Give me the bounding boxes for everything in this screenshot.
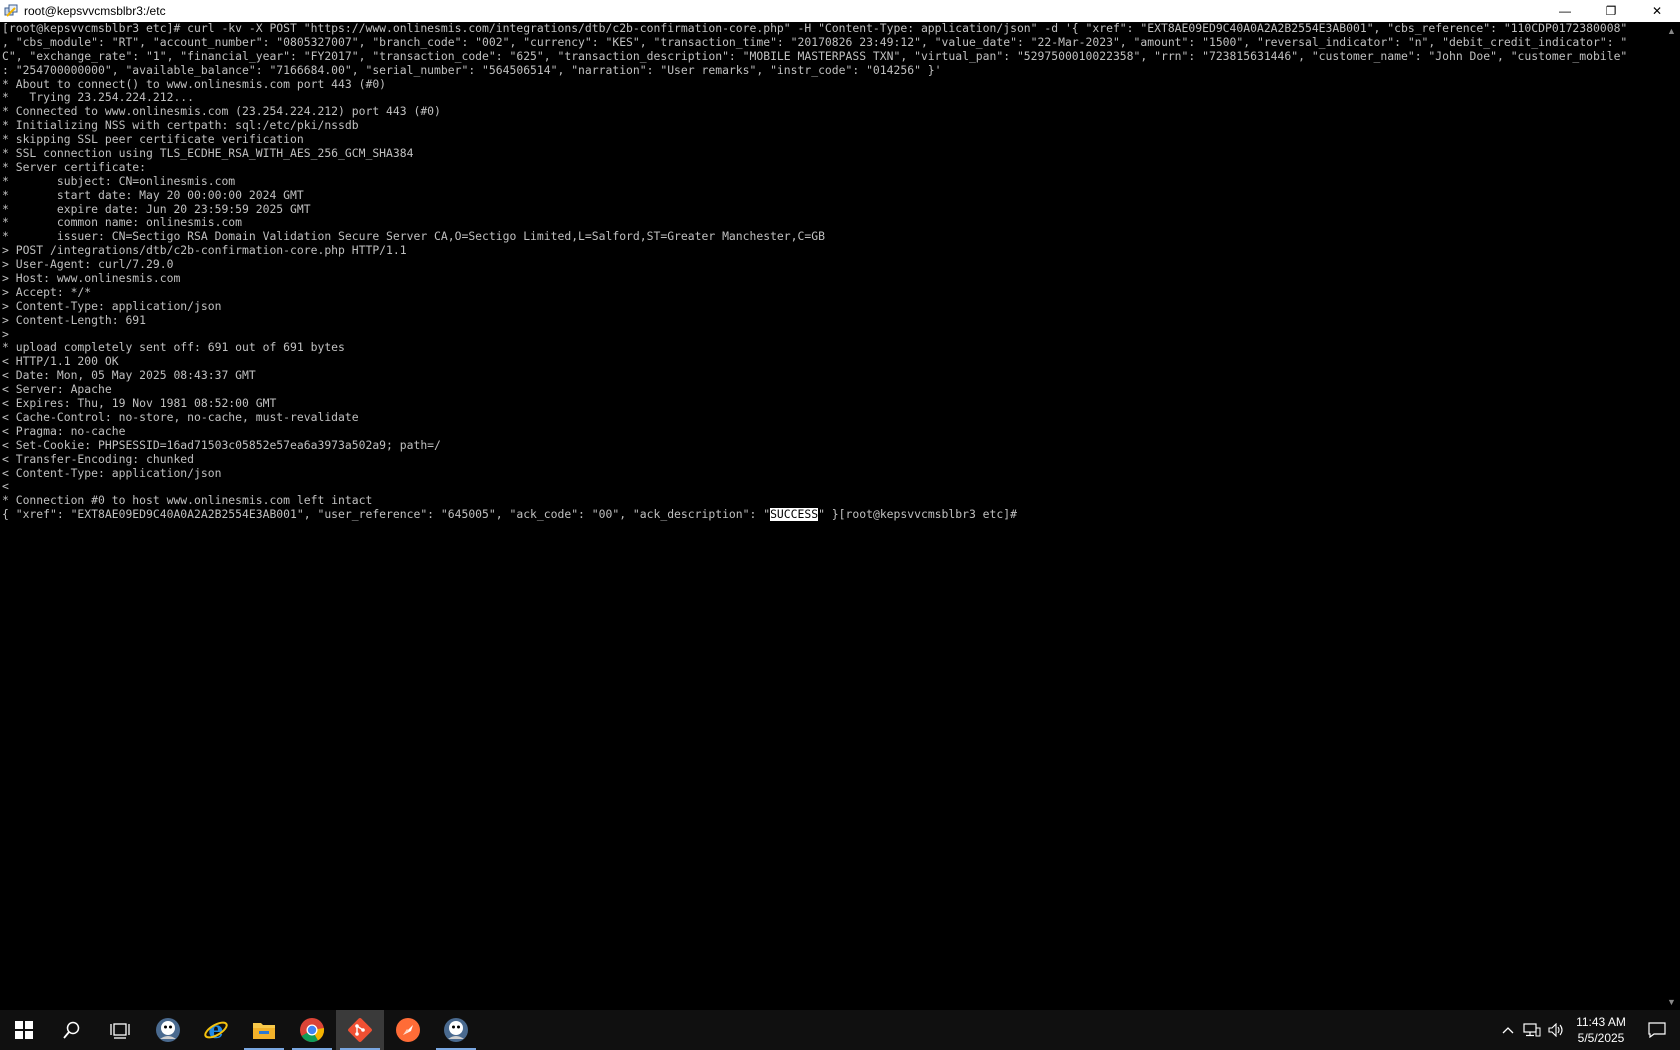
taskbar: e 11:43 AM 5/5/2025	[0, 1010, 1680, 1050]
terminal-line: < Content-Type: application/json	[2, 466, 222, 480]
clock-date: 5/5/2025	[1577, 1031, 1625, 1045]
file-explorer-icon	[253, 1023, 275, 1039]
network-icon[interactable]	[1520, 1010, 1544, 1050]
task-view-button[interactable]	[96, 1010, 144, 1050]
terminal-line: * SSL connection using TLS_ECDHE_RSA_WIT…	[2, 147, 414, 161]
terminal-line: * skipping SSL peer certificate verifica…	[2, 133, 304, 147]
terminal-line: * About to connect() to www.onlinesmis.c…	[2, 77, 387, 91]
terminal-line: * Initializing NSS with certpath: sql:/e…	[2, 119, 359, 133]
terminal-line: < Pragma: no-cache	[2, 424, 126, 438]
terminal-line: , "cbs_module": "RT", "account_number": …	[2, 35, 1628, 49]
show-hidden-icons-chevron-up-icon[interactable]	[1496, 1010, 1520, 1050]
terminal-output[interactable]: [root@kepsvvcmsblbr3 etc]# curl -kv -X P…	[0, 22, 1664, 1010]
terminal-line: < Transfer-Encoding: chunked	[2, 452, 195, 466]
terminal-line: > Host: www.onlinesmis.com	[2, 272, 181, 286]
close-button[interactable]: ✕	[1634, 0, 1680, 22]
putty-icon	[156, 1018, 180, 1042]
vertical-scrollbar[interactable]: ▲ ▼	[1663, 22, 1680, 1010]
internet-explorer-icon: e	[204, 1017, 228, 1043]
scroll-up-icon[interactable]: ▲	[1663, 22, 1680, 39]
terminal-line: >	[2, 327, 9, 341]
terminal-line: < Date: Mon, 05 May 2025 08:43:37 GMT	[2, 369, 256, 383]
putty-icon-2	[444, 1018, 468, 1042]
chrome-button[interactable]	[288, 1010, 336, 1050]
notification-icon	[1648, 1022, 1666, 1038]
search-button[interactable]	[48, 1010, 96, 1050]
terminal-line: > Accept: */*	[2, 285, 92, 299]
terminal-line: * issuer: CN=Sectigo RSA Domain Validati…	[2, 230, 825, 244]
terminal-line: < Cache-Control: no-store, no-cache, mus…	[2, 410, 359, 424]
terminal-window: root@kepsvvcmsblbr3:/etc — ❐ ✕ [root@kep…	[0, 0, 1680, 1010]
postman-button[interactable]	[384, 1010, 432, 1050]
terminal-line: * common name: onlinesmis.com	[2, 216, 243, 230]
terminal-line: <	[2, 480, 9, 494]
terminal-line: : "254700000000", "available_balance": "…	[2, 63, 942, 77]
action-center-button[interactable]	[1634, 1010, 1680, 1050]
terminal-line: * expire date: Jun 20 23:59:59 2025 GMT	[2, 202, 311, 216]
terminal-line: * Server certificate:	[2, 160, 147, 174]
response-text-after: " }[root@kepsvvcmsblbr3 etc]#	[818, 508, 1017, 522]
system-tray: 11:43 AM 5/5/2025	[1496, 1010, 1680, 1050]
postman-icon	[396, 1018, 420, 1042]
terminal-line: * subject: CN=onlinesmis.com	[2, 174, 236, 188]
task-view-icon	[110, 1023, 130, 1039]
restore-button[interactable]: ❐	[1588, 0, 1634, 22]
terminal-line: * Trying 23.254.224.212...	[2, 91, 195, 105]
terminal-line: > Content-Type: application/json	[2, 299, 222, 313]
terminal-line: * Connected to www.onlinesmis.com (23.25…	[2, 105, 441, 119]
clock-time: 11:43 AM	[1576, 1015, 1626, 1029]
minimize-button[interactable]: —	[1542, 0, 1588, 22]
putty-taskbar-button-2[interactable]	[432, 1010, 480, 1050]
volume-icon[interactable]	[1544, 1010, 1568, 1050]
terminal-line: < Set-Cookie: PHPSESSID=16ad71503c05852e…	[2, 438, 441, 452]
taskbar-clock[interactable]: 11:43 AM 5/5/2025	[1568, 1014, 1634, 1046]
terminal-line-response: { "xref": "EXT8AE09ED9C40A0A2A2B2554E3AB…	[2, 508, 1664, 522]
terminal-line: < HTTP/1.1 200 OK	[2, 355, 119, 369]
window-controls: — ❐ ✕	[1542, 0, 1680, 22]
terminal-line: * upload completely sent off: 691 out of…	[2, 341, 345, 355]
svg-text:e: e	[208, 1017, 223, 1043]
putty-title-icon	[4, 4, 18, 18]
response-text-before: { "xref": "EXT8AE09ED9C40A0A2A2B2554E3AB…	[2, 508, 771, 522]
file-explorer-button[interactable]	[240, 1010, 288, 1050]
chrome-icon	[300, 1018, 325, 1043]
git-button[interactable]	[336, 1010, 384, 1050]
scroll-down-icon[interactable]: ▼	[1663, 993, 1680, 1010]
start-icon	[15, 1021, 33, 1039]
selected-text[interactable]: SUCCESS	[770, 508, 819, 522]
terminal-line: C", "exchange_rate": "1", "financial_yea…	[2, 49, 1628, 63]
window-title: root@kepsvvcmsblbr3:/etc	[24, 4, 166, 18]
internet-explorer-button[interactable]: e	[192, 1010, 240, 1050]
terminal-line: < Expires: Thu, 19 Nov 1981 08:52:00 GMT	[2, 397, 277, 411]
terminal-line: * start date: May 20 00:00:00 2024 GMT	[2, 188, 304, 202]
terminal-line: * Connection #0 to host www.onlinesmis.c…	[2, 494, 373, 508]
terminal-line: > POST /integrations/dtb/c2b-confirmatio…	[2, 244, 407, 258]
search-icon	[63, 1021, 80, 1039]
terminal-line: [root@kepsvvcmsblbr3 etc]# curl -kv -X P…	[2, 22, 1628, 35]
terminal-line: > Content-Length: 691	[2, 313, 147, 327]
git-icon	[348, 1018, 372, 1042]
terminal-line: < Server: Apache	[2, 383, 112, 397]
start-button[interactable]	[0, 1010, 48, 1050]
terminal-line: > User-Agent: curl/7.29.0	[2, 258, 174, 272]
putty-taskbar-button[interactable]	[144, 1010, 192, 1050]
title-bar[interactable]: root@kepsvvcmsblbr3:/etc — ❐ ✕	[0, 0, 1680, 22]
